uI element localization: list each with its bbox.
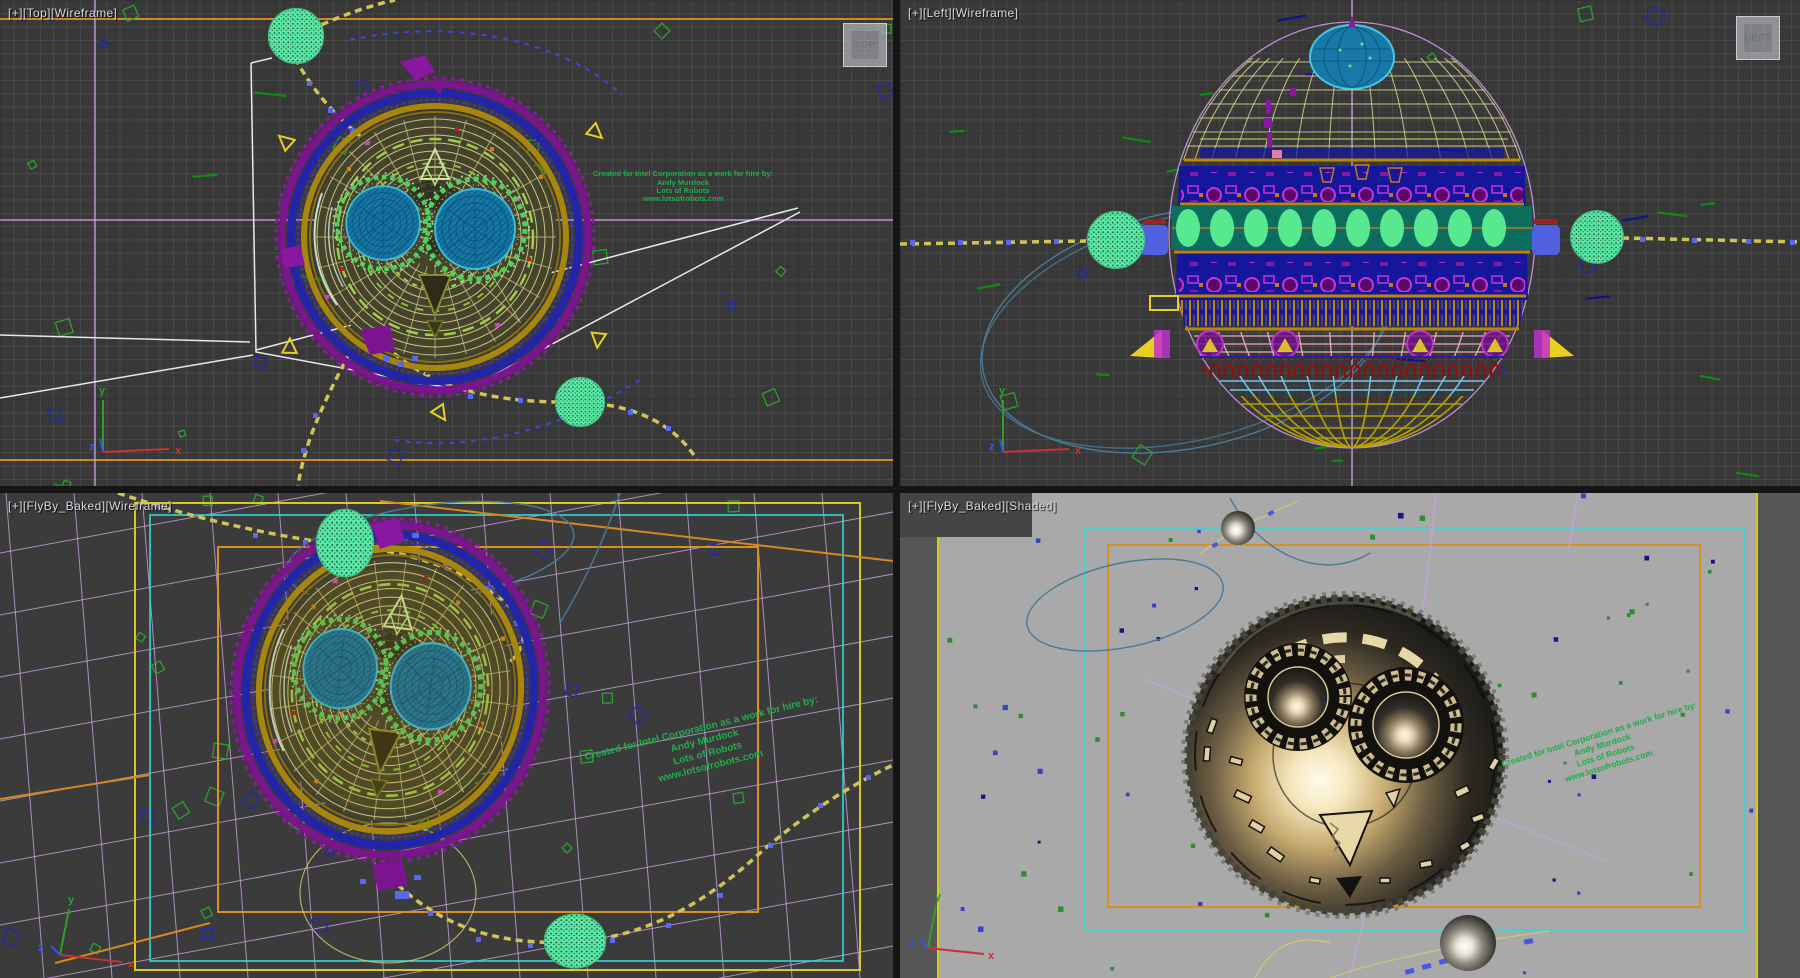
left-viewport-scene: y x z [900, 0, 1800, 486]
svg-text:y: y [999, 385, 1006, 397]
viewport-flyby-shaded[interactable]: [+][FlyBy_Baked][Shaded] [900, 493, 1800, 978]
green-moon-sphere[interactable] [1088, 212, 1145, 269]
top-viewport-scene: Created for Intel Corporation as a work … [0, 0, 893, 486]
svg-text:y: y [99, 385, 106, 397]
watermark: Created for Intel Corporation as a work … [593, 169, 773, 203]
viewcube[interactable]: LEFT [1736, 16, 1780, 60]
viewport-label[interactable]: [+][FlyBy_Baked][Shaded] [908, 499, 1057, 513]
svg-text:y: y [935, 891, 942, 903]
flyby-wireframe-scene: Created for Intel Corporation as a work … [0, 493, 893, 978]
svg-text:Created for Intel Corporation: Created for Intel Corporation as a work … [593, 169, 773, 178]
green-moon-sphere[interactable] [268, 8, 323, 63]
svg-text:x: x [128, 958, 135, 970]
viewport-label[interactable]: [+][Left][Wireframe] [908, 6, 1018, 20]
shaded-station[interactable] [1183, 593, 1507, 917]
svg-text:www.lotsofrobots.com: www.lotsofrobots.com [642, 194, 724, 203]
scatter-debris [54, 93, 324, 486]
green-moon-sphere[interactable] [555, 377, 604, 426]
viewport-flyby-wireframe[interactable]: [+][FlyBy_Baked][Wireframe] [0, 493, 893, 978]
svg-text:z: z [909, 936, 915, 948]
flyby-shaded-scene: Created for Intel Corporation as a work … [900, 493, 1800, 978]
green-moon-sphere[interactable] [544, 914, 605, 968]
svg-text:x: x [988, 950, 995, 962]
chrome-moon-sphere[interactable] [1440, 915, 1496, 971]
svg-text:y: y [68, 894, 75, 906]
gear-eye-left [1244, 643, 1352, 751]
axis-tripod: y x z [38, 894, 135, 970]
viewport-top[interactable]: [+][Top][Wireframe] TOP [0, 0, 893, 486]
svg-text:z: z [89, 441, 95, 453]
viewcube-face-label: LEFT [1745, 33, 1772, 44]
svg-text:z: z [989, 441, 995, 453]
viewcube-face-label: TOP [854, 40, 876, 51]
green-moon-sphere[interactable] [1571, 211, 1624, 264]
svg-text:x: x [175, 445, 182, 457]
viewport-left[interactable]: [+][Left][Wireframe] LEFT [900, 0, 1800, 486]
gear-eye-right [1348, 667, 1464, 783]
axis-tripod: y x z [989, 385, 1082, 457]
owl-station-perspective[interactable] [211, 500, 568, 899]
svg-text:x: x [1075, 445, 1082, 457]
viewport-label[interactable]: [+][FlyBy_Baked][Wireframe] [8, 499, 172, 513]
viewcube[interactable]: TOP [843, 23, 887, 67]
chrome-moon-sphere[interactable] [1221, 511, 1255, 545]
svg-text:z: z [38, 942, 44, 954]
viewport-label[interactable]: [+][Top][Wireframe] [8, 6, 117, 20]
axis-tripod: y x z [89, 385, 182, 457]
green-moon-sphere[interactable] [317, 509, 374, 576]
